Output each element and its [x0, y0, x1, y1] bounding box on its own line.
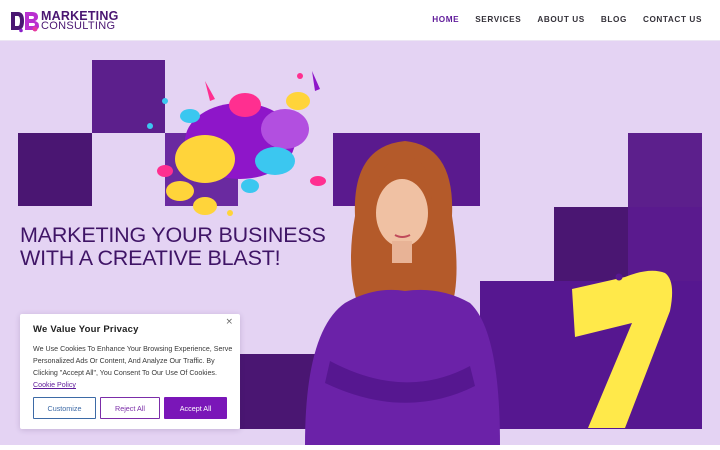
hero-headline: MARKETING YOUR BUSINESS WITH A CREATIVE …	[20, 224, 340, 270]
nav-home[interactable]: HOME	[432, 15, 459, 24]
db-logo-mark-icon	[11, 12, 39, 33]
accept-all-button[interactable]: Accept All	[164, 397, 227, 419]
cookie-actions: Customize Reject All Accept All	[33, 397, 227, 419]
hero-headline-line-2: WITH A CREATIVE BLAST!	[20, 246, 281, 270]
logo-text-secondary: CONSULTING	[41, 20, 116, 32]
site-logo[interactable]: MARKETING CONSULTING	[10, 9, 120, 33]
main-nav: HOME SERVICES ABOUT US BLOG CONTACT US	[432, 15, 702, 24]
reject-all-button[interactable]: Reject All	[100, 397, 160, 419]
cookie-description-text: We Use Cookies To Enhance Your Browsing …	[33, 345, 233, 377]
nav-about-us[interactable]: ABOUT US	[537, 15, 585, 24]
cookie-policy-link[interactable]: Cookie Policy	[33, 381, 76, 389]
nav-services[interactable]: SERVICES	[475, 15, 521, 24]
customize-button[interactable]: Customize	[33, 397, 96, 419]
nav-contact-us[interactable]: CONTACT US	[643, 15, 702, 24]
cookie-description: We Use Cookies To Enhance Your Browsing …	[33, 343, 233, 391]
hero-headline-line-1: MARKETING YOUR BUSINESS	[20, 223, 326, 247]
close-icon[interactable]: ×	[225, 317, 233, 327]
cookie-title: We Value Your Privacy	[33, 324, 139, 335]
cookie-consent-banner: × We Value Your Privacy We Use Cookies T…	[20, 314, 240, 429]
site-header: MARKETING CONSULTING HOME SERVICES ABOUT…	[0, 0, 720, 41]
nav-blog[interactable]: BLOG	[601, 15, 627, 24]
